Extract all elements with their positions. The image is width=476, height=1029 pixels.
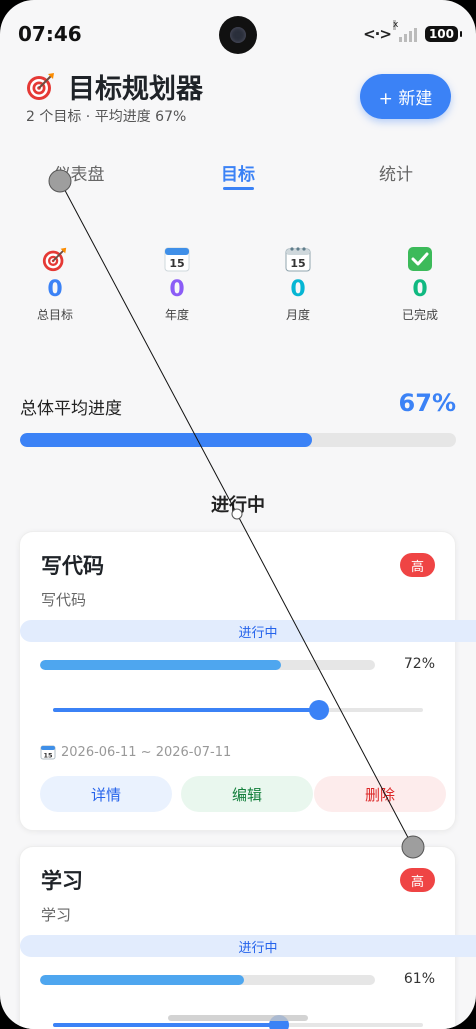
check-mark-icon (408, 247, 432, 271)
stat-label: 年度 (164, 308, 189, 322)
calendar-icon: 15 (164, 247, 190, 272)
front-camera (219, 16, 257, 54)
overall-progress-fill (20, 433, 313, 447)
status-time: 07:46 (18, 22, 82, 46)
tab-statistics[interactable]: 统计 (379, 160, 413, 185)
phone-screen: 07:46 <·> x 100 目标规划器 2 个目标 · 平均进度 67% +… (0, 0, 476, 1029)
goal-description: 学习 (41, 906, 72, 924)
goal-progress-fill (40, 660, 282, 670)
stat-yearly: 15 0 年度 (137, 245, 217, 323)
stat-completed: 0 已完成 (380, 245, 460, 323)
goal-progress-bar (40, 975, 375, 985)
stat-total-goals: 0 总目标 (15, 245, 95, 323)
stat-label: 月度 (285, 308, 310, 322)
gesture-path-segment (59, 180, 238, 515)
tab-goals[interactable]: 目标 (221, 160, 255, 185)
dart-target-icon (42, 247, 67, 272)
goal-title: 学习 (41, 869, 83, 893)
stat-label: 总目标 (36, 308, 73, 322)
edit-button[interactable]: 编辑 (181, 776, 313, 812)
section-title-in-progress: 进行中 (211, 495, 265, 516)
stat-value: 0 (169, 277, 185, 302)
tab-bar: 仪表盘 目标 统计 (0, 155, 476, 195)
svg-text:15: 15 (169, 257, 184, 270)
details-button[interactable]: 详情 (40, 776, 172, 812)
stats-row: 0 总目标 15 0 年度 15 0 月度 0 已完成 (0, 245, 476, 335)
status-badge: 进行中 (20, 620, 476, 642)
overall-progress-bar (20, 433, 456, 447)
calendar-icon: 15 (40, 745, 56, 760)
priority-badge: 高 (400, 868, 435, 892)
progress-slider-thumb[interactable] (309, 700, 330, 720)
battery-icon: 100 (424, 26, 463, 42)
data-transfer-icon: <·> (363, 25, 392, 43)
goal-progress-percent: 61% (403, 971, 435, 987)
delete-button[interactable]: 删除 (314, 776, 446, 812)
goal-title: 写代码 (41, 554, 104, 578)
active-tab-indicator (223, 187, 254, 190)
stat-monthly: 15 0 月度 (258, 245, 338, 323)
goal-progress-fill (40, 975, 245, 985)
progress-slider[interactable] (53, 1015, 423, 1029)
goal-progress-bar (40, 660, 375, 670)
overall-progress-label: 总体平均进度 (20, 399, 122, 419)
progress-slider[interactable] (53, 700, 423, 720)
new-goal-button[interactable]: + 新建 (360, 74, 451, 119)
home-indicator (168, 1015, 308, 1021)
signal-icon: x (392, 20, 417, 42)
progress-slider-fill (53, 708, 320, 712)
page-title: 目标规划器 (68, 74, 203, 105)
goal-progress-percent: 72% (403, 656, 435, 672)
goal-description: 写代码 (41, 591, 87, 609)
goal-card[interactable]: 学习 高 学习 月度 进行中 61% (19, 846, 476, 1029)
page-subtitle: 2 个目标 · 平均进度 67% (26, 109, 187, 125)
goal-dates-text: 2026-06-11 ~ 2026-07-11 (61, 744, 232, 760)
svg-text:15: 15 (290, 257, 305, 270)
dart-target-icon (27, 73, 54, 100)
svg-text:15: 15 (43, 752, 53, 760)
no-signal-mark: x (392, 20, 399, 30)
app-header: 目标规划器 2 个目标 · 平均进度 67% + 新建 (0, 65, 476, 135)
tab-dashboard[interactable]: 仪表盘 (54, 160, 105, 185)
stat-label: 已完成 (401, 308, 438, 322)
goal-card[interactable]: 写代码 高 写代码 月度 进行中 72% 15 2026-06-11 ~ 202… (19, 531, 476, 831)
status-icons: <·> x 100 (363, 20, 463, 43)
status-badge: 进行中 (20, 935, 476, 957)
goal-date-range: 15 2026-06-11 ~ 2026-07-11 (40, 744, 231, 760)
priority-badge: 高 (400, 553, 435, 577)
spiral-calendar-icon: 15 (285, 247, 311, 272)
stat-value: 0 (47, 277, 63, 302)
progress-slider-fill (53, 1023, 279, 1027)
stat-value: 0 (412, 277, 428, 302)
overall-progress-value: 67% (398, 389, 456, 417)
stat-value: 0 (290, 277, 306, 302)
status-bar: 07:46 <·> x 100 (0, 0, 476, 70)
